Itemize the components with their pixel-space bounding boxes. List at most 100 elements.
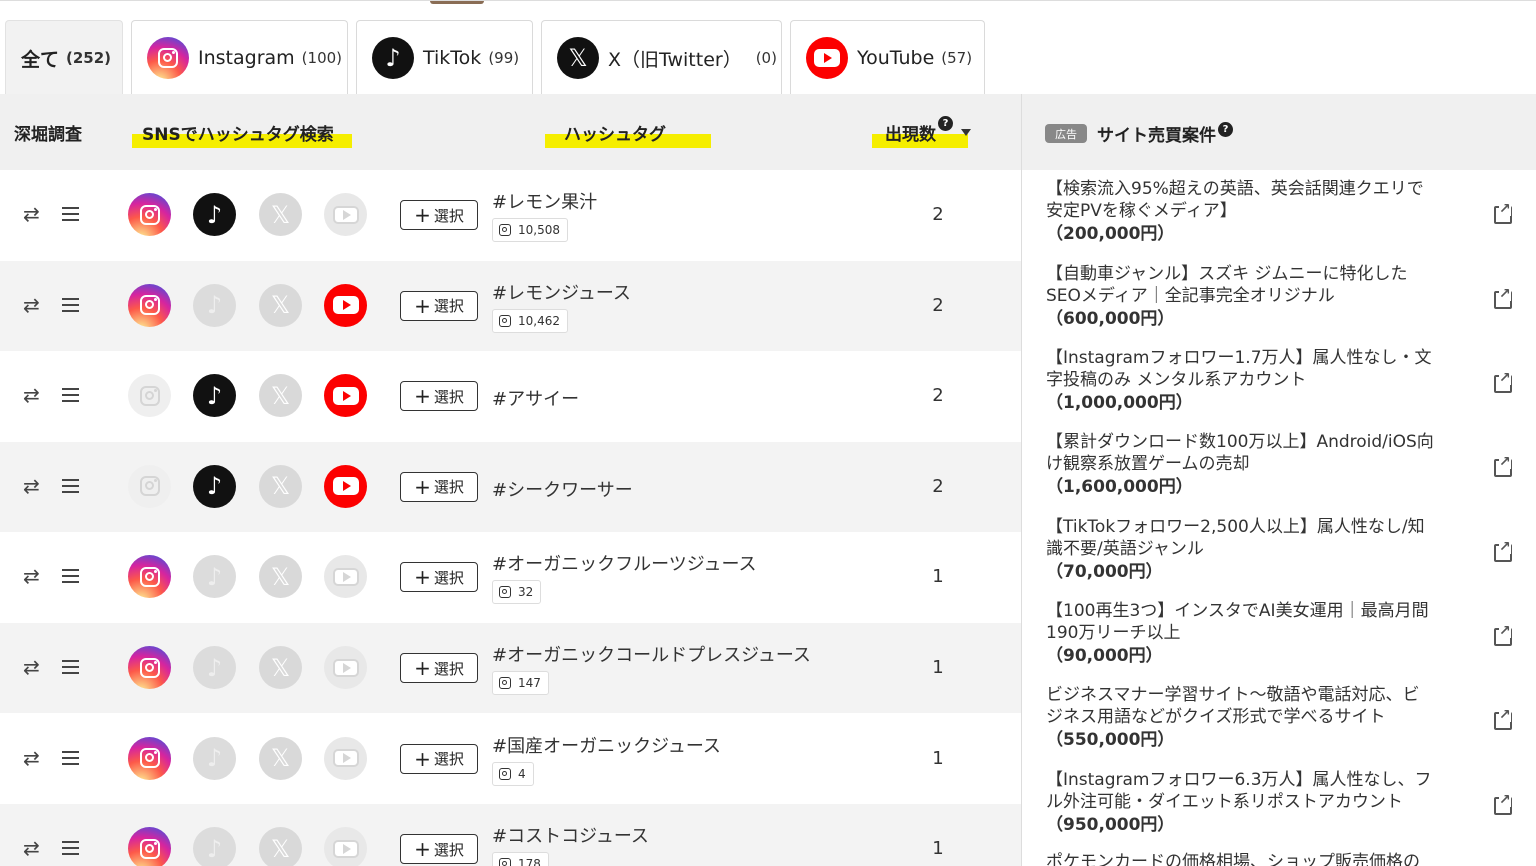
select-button[interactable]: + 選択 [400, 834, 478, 865]
deep-dive-icon[interactable]: ⇄ [23, 383, 40, 407]
instagram-icon[interactable] [128, 827, 171, 866]
menu-icon[interactable] [62, 747, 79, 769]
x-icon[interactable]: 𝕏 [259, 283, 302, 327]
deep-dive-icon[interactable]: ⇄ [23, 202, 40, 226]
tab-youtube[interactable]: YouTube (57) [790, 20, 985, 95]
external-link-icon[interactable] [1494, 287, 1512, 309]
occurrence-count: 2 [932, 385, 944, 407]
x-icon[interactable]: 𝕏 [259, 374, 302, 418]
ad-listing[interactable]: ポケモンカードの価格相場、ショップ販売価格の [1046, 851, 1486, 866]
ad-listing-text: け観察系放置ゲームの売却 [1046, 454, 1250, 474]
tiktok-icon[interactable]: ♪ [193, 555, 236, 599]
youtube-icon[interactable] [324, 374, 367, 418]
tiktok-icon[interactable]: ♪ [193, 827, 236, 866]
x-icon[interactable]: 𝕏 [259, 827, 302, 866]
tiktok-icon[interactable]: ♪ [193, 193, 236, 236]
select-button[interactable]: + 選択 [400, 200, 478, 230]
menu-icon[interactable] [62, 837, 79, 859]
deep-dive-icon[interactable]: ⇄ [23, 474, 40, 498]
deep-dive-icon[interactable]: ⇄ [23, 293, 40, 317]
menu-icon[interactable] [62, 565, 79, 587]
instagram-icon [499, 677, 511, 689]
deep-dive-icon[interactable]: ⇄ [23, 836, 40, 860]
youtube-icon[interactable] [324, 193, 367, 236]
tab-tiktok[interactable]: ♪ TikTok (99) [356, 20, 533, 95]
select-button[interactable]: + 選択 [400, 290, 478, 321]
youtube-icon[interactable] [324, 646, 367, 689]
menu-icon[interactable] [62, 294, 79, 316]
youtube-icon[interactable] [324, 464, 367, 508]
menu-icon[interactable] [62, 656, 79, 678]
tiktok-icon[interactable]: ♪ [193, 464, 236, 508]
hashtag-text: #オーガニックコールドプレスジュース [492, 645, 811, 666]
menu-icon[interactable] [62, 475, 79, 497]
hashtag-text: #コストコジュース [492, 826, 649, 848]
select-button[interactable]: + 選択 [400, 743, 478, 774]
instagram-icon[interactable] [128, 374, 171, 418]
menu-icon[interactable] [62, 203, 79, 225]
help-icon[interactable]: ? [938, 115, 953, 131]
instagram-post-count: 4 [492, 761, 534, 786]
deep-dive-icon[interactable]: ⇄ [23, 564, 40, 588]
external-link-icon[interactable] [1494, 624, 1512, 646]
instagram-icon[interactable] [128, 193, 171, 236]
x-icon[interactable]: 𝕏 [259, 736, 302, 780]
instagram-post-count: 32 [492, 580, 542, 605]
external-link-icon[interactable] [1494, 202, 1512, 224]
select-button[interactable]: + 選択 [400, 381, 478, 412]
ad-listing[interactable]: 【100再生3つ】インスタでAI美女運用｜最高月間 190万リーチ以上 （90,00… [1046, 600, 1486, 667]
x-icon[interactable]: 𝕏 [259, 646, 302, 689]
select-button[interactable]: + 選択 [400, 653, 478, 683]
x-icon[interactable]: 𝕏 [259, 555, 302, 599]
tab-instagram[interactable]: Instagram (100) [131, 20, 348, 95]
tiktok-icon[interactable]: ♪ [193, 374, 236, 418]
external-link-icon[interactable] [1494, 371, 1512, 393]
ad-listing-text: SEOメディア｜全記事完全オリジナル [1046, 286, 1335, 306]
help-icon[interactable]: ? [1218, 122, 1233, 137]
tab-count: (0) [755, 49, 777, 67]
ad-listing[interactable]: 【Instagramフォロワー1.7万人】属人性なし・文 字投稿のみ メンタル系ア… [1046, 347, 1486, 414]
deep-dive-icon[interactable]: ⇄ [23, 655, 40, 679]
ad-listing[interactable]: 【自動車ジャンル】スズキ ジムニーに特化した SEOメディア｜全記事完全オリジナル… [1046, 263, 1486, 330]
header-occurrences[interactable]: 出現数 ? [885, 94, 971, 170]
select-button[interactable]: + 選択 [400, 562, 478, 593]
ad-listing-text: 【Instagramフォロワー6.3万人】属人性なし、フ [1046, 770, 1432, 790]
ad-listing-text: 【検索流入95%超えの英語、英会話関連クエリで [1046, 179, 1424, 199]
ad-listing[interactable]: 【TikTokフォロワー2,500人以上】属人性なし/知 識不要/英語ジャンル （7… [1046, 516, 1486, 583]
instagram-icon[interactable] [128, 646, 171, 689]
instagram-icon[interactable] [128, 736, 171, 780]
tiktok-icon[interactable]: ♪ [193, 283, 236, 327]
youtube-icon[interactable] [324, 283, 367, 327]
deep-dive-icon[interactable]: ⇄ [23, 746, 40, 770]
youtube-icon[interactable] [324, 555, 367, 599]
tab-all[interactable]: 全て (252) [5, 20, 123, 95]
instagram-icon[interactable] [128, 464, 171, 508]
external-link-icon[interactable] [1494, 540, 1512, 562]
tab-label: X（旧Twitter） [608, 48, 742, 71]
x-icon[interactable]: 𝕏 [259, 464, 302, 508]
ad-listing-text: 【Instagramフォロワー1.7万人】属人性なし・文 [1046, 348, 1432, 368]
ad-listing[interactable]: 【Instagramフォロワー6.3万人】属人性なし、フ ル外注可能・ダイエット系… [1046, 769, 1486, 836]
external-link-icon[interactable] [1494, 455, 1512, 477]
youtube-icon[interactable] [324, 827, 367, 866]
tiktok-icon[interactable]: ♪ [193, 736, 236, 780]
external-link-icon[interactable] [1494, 708, 1512, 730]
external-link-icon[interactable] [1494, 793, 1512, 815]
instagram-icon[interactable] [128, 283, 171, 327]
instagram-post-count: 178 [492, 852, 549, 866]
menu-icon[interactable] [62, 384, 79, 406]
tab-x[interactable]: 𝕏 X（旧Twitter） (0) [541, 20, 782, 95]
tab-label: 全て [21, 48, 60, 71]
x-icon[interactable]: 𝕏 [259, 193, 302, 236]
ad-listing[interactable]: ビジネスマナー学習サイト～敬語や電話対応、ビ ジネス用語などがクイズ形式で学べるサ… [1046, 684, 1486, 751]
ad-listing-text: ジネス用語などがクイズ形式で学べるサイト [1046, 707, 1386, 727]
ad-listing[interactable]: 【検索流入95%超えの英語、英会話関連クエリで 安定PVを稼ぐメディア】 （200,… [1046, 178, 1486, 245]
tiktok-icon[interactable]: ♪ [193, 646, 236, 689]
sort-down-icon[interactable] [961, 128, 971, 136]
instagram-icon [499, 586, 511, 599]
instagram-icon[interactable] [128, 555, 171, 599]
ad-listing[interactable]: 【累計ダウンロード数100万以上】Android/iOS向 け観察系放置ゲームの売… [1046, 431, 1486, 498]
select-button[interactable]: + 選択 [400, 471, 478, 502]
youtube-icon[interactable] [324, 736, 367, 780]
tab-count: (100) [301, 49, 343, 67]
